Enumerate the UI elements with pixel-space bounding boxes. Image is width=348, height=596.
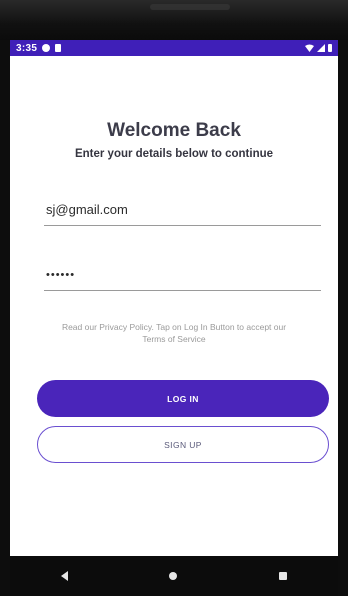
home-icon[interactable]: [169, 572, 178, 580]
login-button[interactable]: LOG IN: [37, 380, 329, 417]
wifi-icon: [305, 44, 314, 52]
status-time: 3:35: [16, 42, 38, 54]
signal-icon: [317, 44, 325, 52]
policy-text: Read our Privacy Policy. Tap on Log In B…: [61, 322, 287, 344]
password-field[interactable]: [44, 259, 321, 291]
device-frame: 3:35 Welcome Back Enter your details bel…: [0, 0, 348, 596]
navigation-bar: [10, 556, 338, 596]
email-field[interactable]: [44, 194, 321, 226]
page-title: Welcome Back: [107, 120, 241, 141]
battery-icon: [328, 44, 332, 52]
status-bar: 3:35: [10, 40, 338, 56]
recents-icon[interactable]: [279, 572, 288, 580]
earpiece: [150, 4, 230, 10]
page-subtitle: Enter your details below to continue: [74, 148, 274, 160]
signup-button[interactable]: SIGN UP: [37, 426, 329, 463]
login-screen: Welcome Back Enter your details below to…: [10, 56, 338, 556]
sim-icon: [55, 44, 62, 52]
notification-icon: [42, 44, 51, 52]
back-icon[interactable]: [60, 571, 68, 581]
device-bezel: [0, 0, 348, 40]
